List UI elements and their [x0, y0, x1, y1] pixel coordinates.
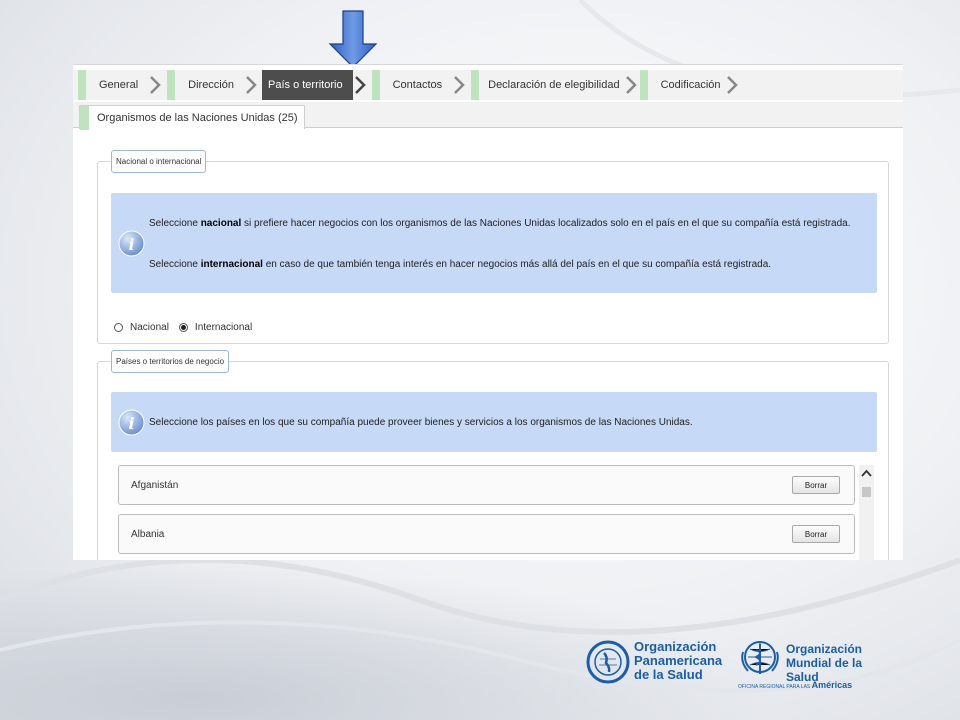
- step-label: Codificación: [660, 79, 721, 91]
- list-item: Albania Borrar: [118, 514, 855, 554]
- down-arrow-indicator-icon: [328, 10, 378, 68]
- registration-form-frame: General Dirección País o territorio Cont…: [73, 64, 903, 560]
- step-marker: [639, 70, 648, 100]
- oms-name: Organización Mundial de la Salud: [786, 642, 896, 684]
- tab-organismos-naciones-unidas[interactable]: Organismos de las Naciones Unidas (25): [79, 105, 305, 130]
- list-item: Afganistán Borrar: [118, 465, 855, 505]
- fieldset-legend: Nacional o internacional: [111, 150, 207, 173]
- info-line2-post: en caso de que también tenga interés en …: [262, 259, 772, 270]
- chevron-right-icon: [452, 70, 466, 100]
- country-name: Albania: [131, 528, 165, 540]
- wizard-steps: General Dirección País o territorio Cont…: [73, 70, 903, 100]
- step-marker: [167, 70, 176, 100]
- info-text-countries: Seleccione los países en los que su comp…: [149, 417, 693, 428]
- step-direccion[interactable]: Dirección: [162, 70, 258, 100]
- ops-emblem-icon: [586, 640, 630, 684]
- oms-sub-big: Américas: [811, 680, 853, 690]
- ops-line: Panamericana: [634, 653, 723, 668]
- delete-country-button[interactable]: Borrar: [792, 525, 840, 543]
- tab-label: Organismos de las Naciones Unidas (25): [97, 111, 298, 124]
- info-line2-pre: Seleccione: [149, 259, 201, 270]
- info-line1-post: si prefiere hacer negocios con los organ…: [241, 218, 851, 229]
- radio-nacional-label: Nacional: [130, 322, 169, 333]
- info-line1-bold: nacional: [200, 218, 242, 229]
- info-text-international: Seleccione internacional en caso de que …: [149, 257, 865, 272]
- step-label: Dirección: [188, 79, 234, 91]
- info-line1-pre: Seleccione: [149, 218, 201, 229]
- country-name: Afganistán: [131, 479, 179, 491]
- oms-sub-small: OFICINA REGIONAL PARA LAS: [738, 684, 811, 690]
- info-line2-bold: internacional: [200, 259, 263, 270]
- chevron-right-icon: [148, 70, 162, 100]
- step-marker: [78, 70, 86, 100]
- step-marker: [471, 70, 480, 100]
- step-contactos[interactable]: Contactos: [367, 70, 467, 100]
- radio-internacional[interactable]: [178, 323, 188, 332]
- countries-scrollbar[interactable]: [859, 465, 874, 560]
- ops-name: Organización Panamericana de la Salud: [634, 640, 722, 682]
- info-box-countries: i Seleccione los países en los que su co…: [111, 392, 877, 452]
- ops-line: de la Salud: [634, 667, 703, 682]
- subtab-row: Organismos de las Naciones Unidas (25): [73, 102, 903, 130]
- chevron-up-icon[interactable]: [859, 465, 874, 480]
- radio-nacional[interactable]: [114, 323, 123, 332]
- ops-line: Organización: [634, 639, 717, 654]
- tab-marker: [80, 105, 89, 130]
- delete-country-button[interactable]: Borrar: [792, 476, 840, 494]
- scope-radio-group: Nacional Internacional: [114, 322, 252, 333]
- step-label: Contactos: [392, 79, 443, 91]
- radio-internacional-label: Internacional: [194, 322, 253, 333]
- chevron-right-icon: [352, 70, 367, 100]
- step-general[interactable]: General: [73, 70, 162, 100]
- national-international-fieldset: Nacional o internacional i Seleccione na…: [97, 150, 889, 344]
- oms-regional-office: OFICINA REGIONAL PARA LAS Américas: [738, 680, 852, 690]
- info-icon: i: [118, 409, 145, 436]
- step-marker: [371, 70, 380, 100]
- countries-fieldset: Países o territorios de negocio i Selecc…: [97, 350, 889, 560]
- chevron-right-icon: [725, 70, 739, 100]
- step-codificacion[interactable]: Codificación: [638, 70, 739, 100]
- step-label: País o territorio: [268, 79, 343, 91]
- info-text-national: Seleccione nacional si prefiere hacer ne…: [149, 216, 865, 231]
- scrollbar-thumb[interactable]: [862, 487, 871, 497]
- oms-line: Organización: [786, 642, 863, 656]
- fieldset-legend: Países o territorios de negocio: [111, 350, 230, 373]
- step-label: General: [99, 79, 139, 91]
- info-box-national: i Seleccione nacional si prefiere hacer …: [111, 193, 877, 293]
- svg-text:i: i: [128, 235, 134, 254]
- chevron-right-icon: [624, 70, 638, 100]
- info-icon: i: [118, 230, 145, 257]
- svg-text:i: i: [128, 414, 134, 433]
- step-label: Declaración de elegibilidad: [488, 79, 620, 91]
- step-pais-o-territorio[interactable]: País o territorio: [262, 70, 367, 100]
- step-declaracion-de-elegibilidad[interactable]: Declaración de elegibilidad: [466, 70, 637, 100]
- who-emblem-icon: [741, 641, 779, 674]
- logos-footer: Organización Panamericana de la Salud Or…: [586, 636, 896, 694]
- chevron-right-icon: [244, 70, 258, 100]
